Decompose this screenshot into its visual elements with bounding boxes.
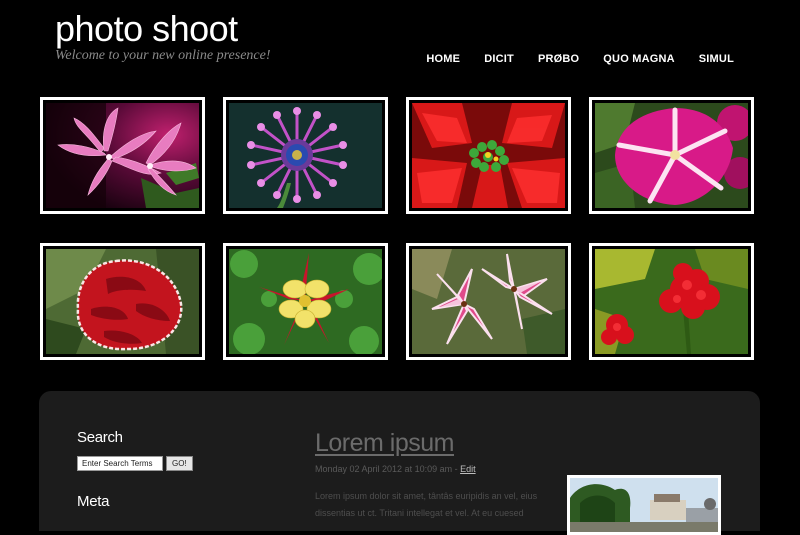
site-title[interactable]: photo shoot bbox=[55, 8, 238, 50]
search-input[interactable] bbox=[77, 456, 163, 471]
gallery-thumb-geranium[interactable] bbox=[589, 243, 754, 360]
post-excerpt: Lorem ipsum dolor sit amet, tântâs eurip… bbox=[315, 491, 538, 518]
gallery-thumb-poinsettia[interactable] bbox=[406, 97, 571, 214]
gallery-thumb-columbine[interactable] bbox=[223, 243, 388, 360]
post-date: Monday 02 April 2012 at 10:09 am - bbox=[315, 464, 461, 474]
nav-item-dicit[interactable]: DICIT bbox=[484, 53, 514, 65]
content-panel: Search GO! Meta Lorem ipsum Monday 02 Ap… bbox=[39, 391, 760, 535]
pink-orchid-photo bbox=[46, 103, 199, 208]
meta-heading: Meta bbox=[77, 493, 110, 510]
gallery-thumb-carnation[interactable] bbox=[40, 243, 205, 360]
site-tagline: Welcome to your new online presence! bbox=[55, 48, 271, 63]
pink-petunia-photo bbox=[595, 103, 748, 208]
nav-item-quo-magna[interactable]: QUO MAGNA bbox=[603, 53, 674, 65]
yellow-columbine-photo bbox=[229, 249, 382, 354]
red-geranium-photo bbox=[595, 249, 748, 354]
gallery-thumb-petunia[interactable] bbox=[589, 97, 754, 214]
purple-daisy-photo bbox=[229, 103, 382, 208]
red-carnation-photo bbox=[46, 249, 199, 354]
gallery-thumb-lily[interactable] bbox=[406, 243, 571, 360]
post-image bbox=[567, 475, 721, 535]
post-edit-link[interactable]: Edit bbox=[460, 464, 476, 474]
nav-item-probo[interactable]: PRØBO bbox=[538, 53, 579, 65]
main-nav: HOME DICIT PRØBO QUO MAGNA SIMUL bbox=[402, 53, 734, 65]
nav-item-simul[interactable]: SIMUL bbox=[699, 53, 734, 65]
red-poinsettia-photo bbox=[412, 103, 565, 208]
gallery-thumb-pink-orchid[interactable] bbox=[40, 97, 205, 214]
photo-gallery bbox=[40, 97, 766, 360]
post-title[interactable]: Lorem ipsum bbox=[315, 429, 455, 458]
post-meta: Monday 02 April 2012 at 10:09 am - Edit bbox=[315, 464, 476, 474]
gallery-thumb-purple-daisy[interactable] bbox=[223, 97, 388, 214]
search-form: GO! bbox=[77, 456, 193, 471]
pink-lily-photo bbox=[412, 249, 565, 354]
nav-item-home[interactable]: HOME bbox=[426, 53, 460, 65]
search-heading: Search bbox=[77, 429, 123, 446]
search-go-button[interactable]: GO! bbox=[166, 456, 193, 471]
